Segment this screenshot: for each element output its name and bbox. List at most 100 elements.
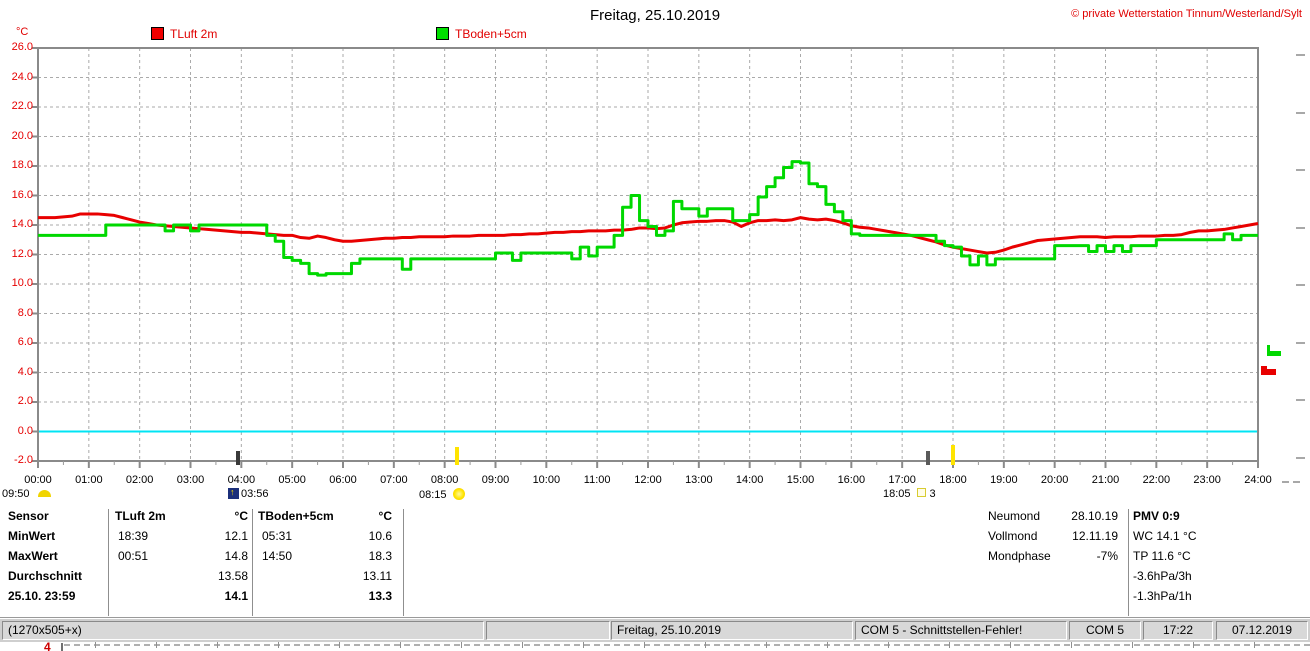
sunset-time: 18:05 [883,488,911,500]
table-divider [403,509,404,616]
background-window-artifact [1296,111,1305,114]
y-tick-label: 0.0 [17,424,33,437]
background-window-artifact [339,642,340,648]
vollmond-date: 12.11.19 [1072,529,1118,543]
x-tick-label: 10:00 [532,474,561,486]
background-window-artifact [461,642,462,648]
sunrise-icon [452,488,465,500]
pressure-trend-3h: -3.6hPa/3h [1133,569,1192,583]
background-window-artifact [1296,341,1305,344]
x-tick-label: 12:00 [634,474,662,486]
x-tick-label: 18:00 [939,474,967,486]
y-tick-label: 20.0 [11,129,33,142]
y-tick-label: -2.0 [14,454,33,466]
background-window-artifact [1296,226,1305,229]
background-window-artifact [400,642,401,648]
moonrise-time: 03:56 [241,488,269,500]
y-tick-label: 4.0 [17,365,33,378]
pressure-trend-1h: -1.3hPa/1h [1133,589,1192,603]
moonset-time: 09:50 [2,488,30,500]
x-tick-label: 15:00 [786,474,815,486]
x-tick-label: 06:00 [329,474,357,486]
y-tick-label: 22.0 [11,100,33,112]
statusbar-cell-current-date: 07.12.2019 [1216,621,1308,640]
neumond-date: 28.10.19 [1071,509,1118,523]
statusbar-cell-com-port: COM 5 [1069,621,1141,640]
background-window-artifact [827,642,828,648]
tluft-unit: °C [234,509,248,523]
mondphase-value: -7% [1096,549,1118,563]
background-window-frame-fragment [61,643,63,651]
sunset-icon [916,488,926,497]
background-window-artifact [766,642,767,648]
x-tick-label: 01:00 [75,474,103,486]
y-tick-label: 14.0 [11,218,33,230]
background-window-artifact [1293,481,1300,483]
tluft-min-time: 18:39 [118,529,149,543]
x-tick-label: 13:00 [685,474,713,486]
sunset-extra: 3 [929,488,936,500]
background-window-artifact [583,642,584,648]
background-window-artifact [95,642,96,648]
y-tick-label: 12.0 [11,247,33,260]
background-window-gridline-fragment [64,644,1310,646]
windchill-value: WC 14.1 °C [1133,529,1197,543]
table-row-label: Sensor [8,509,49,523]
weather-station-window: Freitag, 25.10.2019 © private Wetterstat… [0,0,1310,651]
background-window-axis-fragment: 4 [44,640,51,651]
x-tick-label: 22:00 [1142,474,1171,486]
y-tick-label: 10.0 [11,277,33,289]
y-tick-label: 8.0 [17,306,33,319]
temperature-chart [32,47,1259,468]
background-window-artifact [888,642,889,648]
x-tick-label: 02:00 [125,474,154,486]
background-window-artifact [644,642,645,648]
background-window-artifact [1193,642,1194,648]
tboden-unit: °C [378,509,392,523]
x-tick-label: 21:00 [1091,474,1120,486]
x-tick-label: 03:00 [176,474,205,486]
x-tick-label: 11:00 [583,474,611,486]
x-tick-label: 05:00 [278,474,306,486]
statusbar-cell-empty [486,621,610,640]
moonrise-icon [228,487,239,499]
statusbar-cell-time: 17:22 [1143,621,1213,640]
background-window-artifact [1296,54,1305,56]
x-tick-label: 14:00 [735,474,764,486]
tluft-last-value: 14.1 [224,589,248,603]
tboden-avg-value: 13.11 [362,569,392,583]
background-window-artifact [1254,642,1255,648]
y-tick-label: 2.0 [17,395,33,407]
table-row-label: MinWert [8,529,56,543]
y-tick-label: 6.0 [17,336,33,348]
table-divider [108,509,109,616]
y-tick-label: 16.0 [11,188,33,201]
sunset-marker: 18:05 3 [883,488,936,500]
y-tick-label: 18.0 [11,159,33,171]
background-window-artifact [1296,399,1305,401]
background-window-artifact [1261,369,1276,375]
table-bottom-divider [0,617,1310,618]
background-window-artifact [1010,642,1011,648]
sunrise-time: 08:15 [419,489,447,501]
y-tick-label: 24.0 [11,70,33,83]
tboden-max-value: 18.3 [368,549,392,563]
background-window-artifact [1267,351,1281,356]
x-tick-label: 16:00 [837,474,866,486]
tboden-min-value: 10.6 [368,529,392,543]
pmv-value: PMV 0:9 [1133,509,1180,523]
x-tick-label: 17:00 [888,474,916,486]
table-divider [1128,509,1129,616]
x-tick-label: 04:00 [227,474,256,486]
x-tick-label: 00:00 [24,474,52,486]
statusbar-cell-com-error: COM 5 - Schnittstellen-Fehler! [855,621,1067,640]
background-window-artifact [949,642,950,648]
background-window-artifact [522,642,523,648]
background-window-artifact [1282,481,1289,483]
background-window-artifact [156,642,157,648]
tboden-min-time: 05:31 [262,529,293,543]
background-window-artifact [1132,642,1133,648]
moonrise-marker: 03:56 [228,487,269,500]
sunrise-marker: 08:15 [419,488,465,501]
tluft-max-time: 00:51 [118,549,149,563]
